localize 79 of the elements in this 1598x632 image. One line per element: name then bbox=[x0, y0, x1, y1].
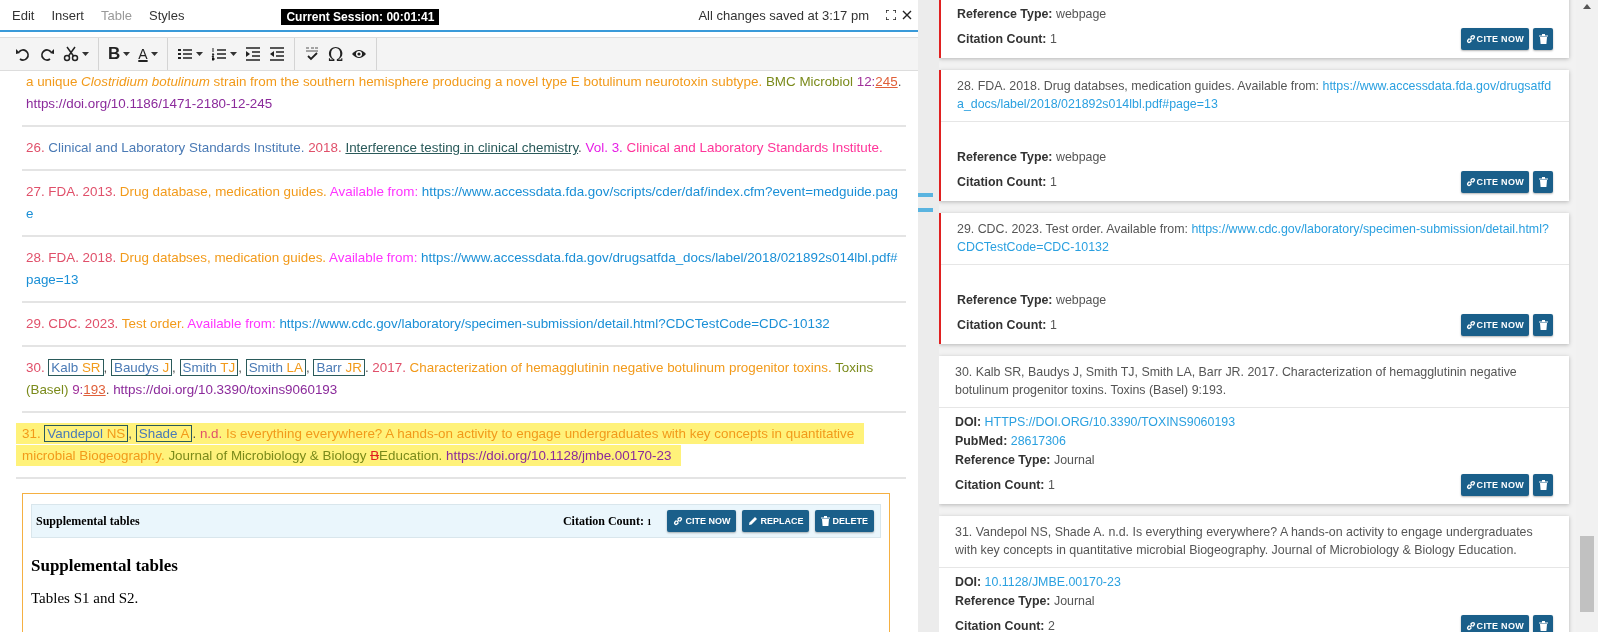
save-status: All changes saved at 3:17 pm bbox=[698, 7, 869, 23]
special-character-button[interactable]: Ω bbox=[324, 42, 347, 66]
replace-button[interactable]: REPLACE bbox=[742, 510, 810, 532]
cite-now-button[interactable]: CITE NOW bbox=[1460, 314, 1529, 336]
citation-count: Citation Count: 1 bbox=[562, 513, 652, 529]
trash-icon bbox=[1538, 34, 1548, 44]
reference-citation: 29. CDC. 2023. Test order. Available from: https://www.cdc.gov/laboratory/specimen-submission/detail.html?CDCTestCode=CDC-10132 bbox=[941, 213, 1569, 265]
undo-icon bbox=[15, 46, 31, 62]
citation-count: Citation Count: 1 bbox=[955, 476, 1056, 494]
link-icon bbox=[1465, 480, 1476, 490]
outdent-icon bbox=[268, 46, 285, 62]
delete-button[interactable] bbox=[1533, 171, 1553, 193]
fullscreen-icon[interactable] bbox=[886, 10, 896, 20]
delete-button[interactable] bbox=[1533, 314, 1553, 336]
citation-count: Citation Count: 2 bbox=[955, 617, 1056, 632]
cite-now-button[interactable]: CITE NOW bbox=[1460, 615, 1529, 632]
menu-item[interactable]: Insert bbox=[51, 7, 84, 23]
close-icon[interactable] bbox=[902, 10, 912, 20]
trash-icon bbox=[1538, 621, 1548, 631]
citation-count: Citation Count: 1 bbox=[957, 316, 1058, 334]
reference-field: Reference Type: webpage bbox=[957, 291, 1553, 310]
reference-field: Reference Type: webpage bbox=[957, 5, 1553, 24]
bullet-list-icon bbox=[176, 46, 193, 62]
citation-count: Citation Count: 1 bbox=[957, 173, 1058, 191]
scrollbar-thumb[interactable] bbox=[1580, 536, 1594, 612]
reference-field-link[interactable]: PubMed: 28617306 bbox=[955, 432, 1553, 451]
delete-button[interactable]: DELETE bbox=[815, 510, 874, 532]
reference-entry: a unique Clostridium botulinum strain from the southern hemisphere producing a novel type E botulinum neurotoxin subtype. BMC Microbiol 12:245. https://doi.org/10.1186/1471-2180-12-245 bbox=[22, 71, 906, 127]
link-icon bbox=[1465, 177, 1476, 187]
reference-entry: 26. Clinical and Laboratory Standards Institute. 2018. Interference testing in clinical chemistry. Vol. 3. Clinical and Laboratory Standards Institute. bbox=[22, 127, 906, 171]
reference-field: Reference Type: Journal bbox=[955, 592, 1553, 611]
reference-entry: 29. CDC. 2023. Test order. Available from: https://www.cdc.gov/laboratory/specimen-submission/detail.html?CDCTestCode=CDC-10132 bbox=[22, 303, 906, 347]
pencil-icon bbox=[748, 516, 759, 526]
cite-now-button[interactable]: CITE NOW bbox=[1460, 171, 1529, 193]
trash-icon bbox=[1538, 480, 1548, 490]
reference-entry: 27. FDA. 2013. Drug database, medication guides. Available from: https://www.accessdata.fda.gov/scripts/cder/daf/index.cfm?event=medguide.page bbox=[22, 171, 906, 237]
scroll-up-icon[interactable] bbox=[1583, 4, 1591, 9]
font-color-button[interactable]: A bbox=[135, 42, 161, 66]
trash-icon bbox=[1538, 177, 1548, 187]
delete-button[interactable] bbox=[1533, 474, 1553, 496]
caret-icon bbox=[82, 52, 89, 56]
delete-button[interactable] bbox=[1533, 615, 1553, 632]
delete-button[interactable] bbox=[1533, 28, 1553, 50]
reference-entry: 28. FDA. 2018. Drug databses, medication guides. Available from: https://www.accessdata.fda.gov/drugsatfda_docs/label/2018/021892s014lbl.pdf#page=13 bbox=[22, 237, 906, 303]
citation-count: Citation Count: 1 bbox=[957, 30, 1058, 48]
cite-now-button[interactable]: CITE NOW bbox=[1460, 474, 1529, 496]
link-icon bbox=[1465, 320, 1476, 330]
section-heading: Supplemental tables bbox=[31, 556, 179, 576]
cite-now-button[interactable]: CITE NOW bbox=[667, 510, 737, 532]
trash-icon bbox=[1538, 320, 1548, 330]
numbered-list-icon bbox=[210, 46, 227, 62]
menu-item[interactable]: Styles bbox=[149, 7, 185, 23]
caret-icon bbox=[195, 52, 203, 56]
reference-field-link[interactable]: DOI: HTTPS://DOI.ORG/10.3390/TOXINS9060193 bbox=[955, 413, 1553, 432]
scissors-icon bbox=[63, 46, 79, 62]
reference-citation: 30. Kalb SR, Baudys J, Smith TJ, Smith LA, Barr JR. 2017. Characterization of hemagglutinin negative botulinum progenitor toxins. Toxins (Basel) 9:193. bbox=[939, 356, 1569, 408]
bold-button[interactable]: B bbox=[105, 42, 134, 66]
body-text: Tables S1 and S2. bbox=[31, 590, 140, 607]
reference-field: Reference Type: Journal bbox=[955, 451, 1553, 470]
link-icon bbox=[1465, 621, 1476, 631]
link-icon bbox=[673, 516, 684, 526]
spellcheck-icon bbox=[303, 46, 320, 62]
citation-title: Supplemental tables bbox=[36, 513, 140, 529]
trash-icon bbox=[821, 516, 831, 526]
redo-icon bbox=[39, 46, 55, 62]
reference-citation: 31. Vandepol NS, Shade A. n.d. Is everything everywhere? A hands-on activity to engage undergraduates with key concepts in quantitative microbial Biogeography. Journal of Microbiology & Biology Education. bbox=[939, 516, 1569, 568]
link-icon bbox=[1465, 34, 1476, 44]
session-timer: Current Session: 00:01:41 bbox=[281, 9, 440, 25]
reference-citation: 28. FDA. 2018. Drug databses, medication guides. Available from: https://www.accessdata.fda.gov/drugsatfda_docs/label/2018/021892s014lbl.pdf#page=13 bbox=[941, 70, 1569, 122]
reference-entry: 30. Kalb SR , Baudys J , Smith TJ , Smith LA , Barr JR . 2017. Characterization of hemagglutinin negative botulinum progenitor toxins. Toxins (Basel) 9:193. https://doi.org/10.3390/toxins9060193 bbox=[22, 347, 906, 413]
cite-now-button[interactable]: CITE NOW bbox=[1460, 28, 1529, 50]
menu-item[interactable]: Edit bbox=[12, 7, 35, 23]
reference-field: Reference Type: webpage bbox=[957, 148, 1553, 167]
indent-icon bbox=[244, 46, 261, 62]
caret-icon bbox=[123, 52, 131, 56]
caret-icon bbox=[150, 52, 158, 56]
caret-icon bbox=[229, 52, 237, 56]
reference-field-link[interactable]: DOI: 10.1128/JMBE.00170-23 bbox=[955, 573, 1553, 592]
resize-handle-icon[interactable] bbox=[918, 193, 933, 215]
